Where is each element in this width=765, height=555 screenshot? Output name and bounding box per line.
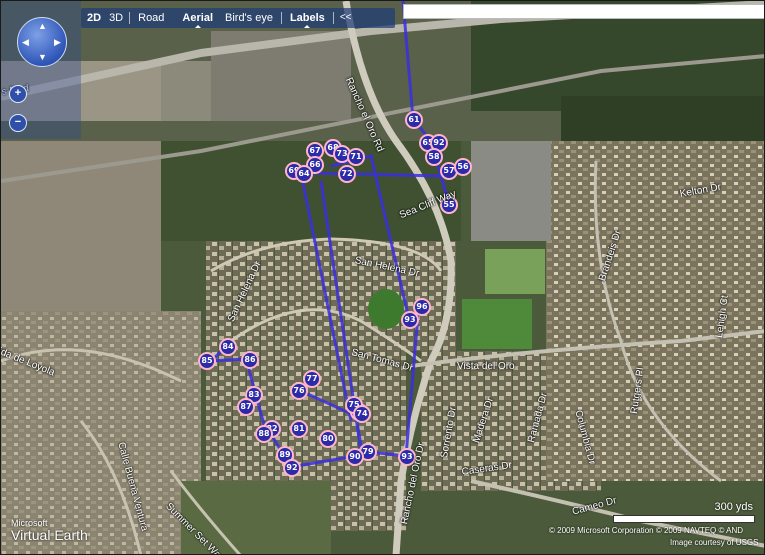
virtual-earth-logo: Microsoft Virtual Earth: [11, 517, 88, 543]
road-style-button[interactable]: Road: [130, 8, 176, 28]
view-2d-button[interactable]: 2D: [81, 8, 107, 28]
birds-eye-button[interactable]: Bird's eye: [219, 8, 281, 28]
zoom-in-button[interactable]: +: [9, 85, 27, 103]
imagery-credit: Image courtesy of USGS: [670, 538, 759, 547]
pan-right-icon[interactable]: ▶: [54, 38, 61, 47]
waypoint-marker[interactable]: 58: [425, 148, 443, 166]
waypoint-marker[interactable]: 86: [241, 351, 259, 369]
copyright-text: © 2009 Microsoft Corporation © 2009 NAVT…: [549, 526, 744, 535]
waypoint-marker[interactable]: 93: [401, 311, 419, 329]
waypoint-marker[interactable]: 92: [283, 459, 301, 477]
zoom-out-button[interactable]: −: [9, 114, 27, 132]
map-style-toolbar: 2D 3D Road Aerial Bird's eye Labels <<: [81, 8, 395, 28]
navigation-panel: ▲ ▼ ◀ ▶ + −: [1, 1, 81, 139]
waypoint-marker[interactable]: 81: [290, 420, 308, 438]
waypoint-marker[interactable]: 80: [319, 430, 337, 448]
street-label: Vista del Oro: [457, 361, 515, 372]
view-3d-button[interactable]: 3D: [107, 8, 129, 28]
pan-up-icon[interactable]: ▲: [38, 22, 47, 31]
aerial-style-button[interactable]: Aerial: [176, 8, 219, 28]
aerial-map[interactable]: [1, 1, 765, 555]
waypoint-marker[interactable]: 76: [290, 382, 308, 400]
top-strip: [403, 4, 764, 19]
waypoint-marker[interactable]: 64: [295, 165, 313, 183]
pan-control[interactable]: ▲ ▼ ◀ ▶: [17, 17, 67, 67]
scale-label: 300 yds: [714, 501, 753, 513]
waypoint-marker[interactable]: 61: [405, 111, 423, 129]
collapse-toolbar-button[interactable]: <<: [334, 8, 358, 28]
labels-toggle[interactable]: Labels: [282, 8, 333, 28]
scale-bar: [613, 515, 755, 523]
waypoint-marker[interactable]: 56: [454, 158, 472, 176]
waypoint-marker[interactable]: 74: [353, 405, 371, 423]
waypoint-marker[interactable]: 84: [219, 338, 237, 356]
pan-left-icon[interactable]: ◀: [22, 38, 29, 47]
waypoint-marker[interactable]: 90: [346, 448, 364, 466]
map-viewport[interactable]: 61 65 92 58 57 56 55 67 68 73 71 69 66 64 72 96 93 84 85 86…: [0, 0, 765, 555]
waypoint-marker[interactable]: 72: [338, 165, 356, 183]
pan-down-icon[interactable]: ▼: [38, 53, 47, 62]
waypoint-marker[interactable]: 71: [347, 148, 365, 166]
waypoint-marker[interactable]: 85: [198, 352, 216, 370]
waypoint-marker[interactable]: 87: [237, 398, 255, 416]
logo-virtual-earth-text: Virtual Earth: [11, 527, 88, 543]
waypoint-marker[interactable]: 88: [255, 425, 273, 443]
